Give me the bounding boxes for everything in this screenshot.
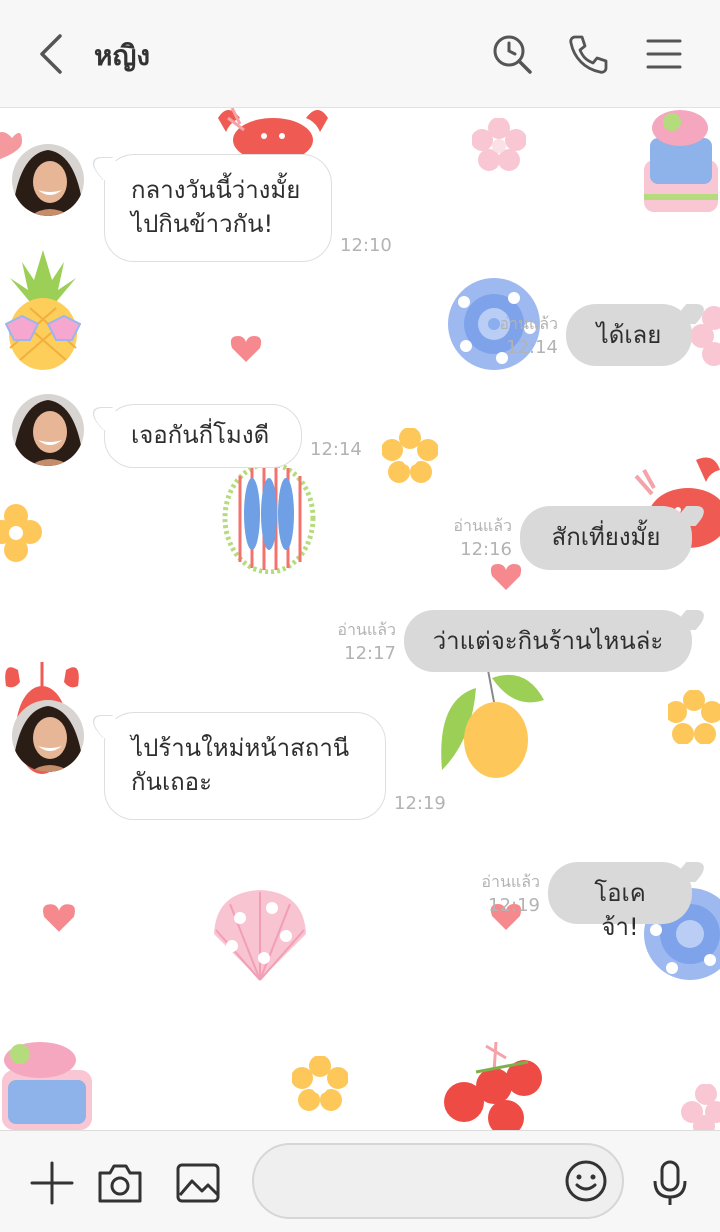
message-timestamp: 12:17	[344, 643, 396, 664]
message-text: โอเคจ้า!	[594, 879, 646, 941]
message-timestamp: 12:19	[394, 793, 446, 814]
message-text: ไปร้านใหม่หน้าสถานี	[131, 734, 350, 762]
message-composer	[0, 1130, 720, 1232]
message-timestamp: 12:14	[506, 337, 558, 358]
message-text: เจอกันกี่โมงดี	[131, 421, 270, 449]
read-receipt: อ่านแล้ว	[481, 872, 540, 891]
message-text: ไปกินข้าวกัน!	[131, 210, 274, 238]
camera-icon[interactable]	[96, 1159, 144, 1207]
message-meta: อ่านแล้ว 12:14	[486, 312, 558, 360]
lemon-icon	[441, 670, 544, 778]
heart-icon	[490, 564, 522, 590]
message-bubble-outgoing[interactable]: ได้เลย	[566, 304, 692, 366]
avatar-photo	[12, 700, 84, 772]
message-meta: อ่านแล้ว 12:17	[320, 618, 396, 666]
flower-yellow-icon	[0, 504, 42, 562]
message-bubble-incoming[interactable]: ไปร้านใหม่หน้าสถานี กันเถอะ	[104, 712, 386, 820]
avatar[interactable]	[12, 700, 84, 772]
flower-pink-icon	[472, 118, 526, 171]
phone-icon[interactable]	[566, 32, 610, 76]
microphone-icon[interactable]	[646, 1159, 694, 1207]
avatar[interactable]	[12, 144, 84, 216]
emoji-icon[interactable]	[564, 1159, 608, 1203]
message-timestamp: 12:16	[460, 539, 512, 560]
search-history-icon[interactable]	[490, 32, 534, 76]
message-timestamp: 12:14	[310, 439, 362, 460]
sardine-can-icon	[644, 110, 718, 212]
avatar-photo	[12, 144, 84, 216]
message-text: ว่าแต่จะกินร้านไหนล่ะ	[432, 627, 664, 655]
image-icon[interactable]	[174, 1159, 222, 1207]
message-timestamp: 12:10	[340, 235, 392, 256]
chat-area[interactable]: กลางวันนี้ว่างมั้ย ไปกินข้าวกัน! 12:10 อ…	[0, 108, 720, 1130]
message-input[interactable]	[278, 1163, 558, 1203]
flower-yellow-icon	[292, 1056, 348, 1111]
message-bubble-incoming[interactable]: เจอกันกี่โมงดี	[104, 404, 302, 468]
message-timestamp: 12:19	[488, 895, 540, 916]
avatar[interactable]	[12, 394, 84, 466]
message-text: กลางวันนี้ว่างมั้ย	[131, 176, 301, 204]
message-bubble-outgoing[interactable]: โอเคจ้า!	[548, 862, 692, 941]
sardine-plate-icon	[222, 462, 316, 574]
message-bubble-incoming[interactable]: กลางวันนี้ว่างมั้ย ไปกินข้าวกัน!	[104, 154, 332, 262]
pineapple-icon	[4, 250, 82, 370]
chat-header: หญิง	[0, 0, 720, 108]
flower-yellow-icon	[668, 690, 720, 744]
contact-name[interactable]: หญิง	[94, 34, 150, 78]
message-text: กันเถอะ	[131, 768, 212, 796]
message-bubble-outgoing[interactable]: ว่าแต่จะกินร้านไหนล่ะ	[404, 610, 692, 672]
message-meta: อ่านแล้ว 12:19	[464, 870, 540, 918]
read-receipt: อ่านแล้ว	[453, 516, 512, 535]
read-receipt: อ่านแล้ว	[499, 314, 558, 333]
avatar-photo	[12, 394, 84, 466]
message-meta: อ่านแล้ว 12:16	[436, 514, 512, 562]
plus-icon[interactable]	[28, 1159, 76, 1207]
seashell-icon	[214, 890, 306, 981]
message-text: ได้เลย	[596, 321, 662, 349]
flower-yellow-icon	[382, 428, 438, 483]
message-bubble-outgoing[interactable]: สักเที่ยงมั้ย	[520, 506, 692, 570]
tomato-icon	[444, 1042, 542, 1130]
heart-icon	[230, 336, 262, 362]
menu-icon[interactable]	[642, 32, 686, 76]
message-input-container[interactable]	[252, 1143, 624, 1219]
flower-pink-icon	[681, 1084, 720, 1130]
message-text: สักเที่ยงมั้ย	[551, 523, 661, 551]
read-receipt: อ่านแล้ว	[337, 620, 396, 639]
chevron-left-icon[interactable]	[30, 30, 74, 78]
sardine-can-icon	[2, 1042, 92, 1130]
heart-icon	[43, 904, 75, 932]
